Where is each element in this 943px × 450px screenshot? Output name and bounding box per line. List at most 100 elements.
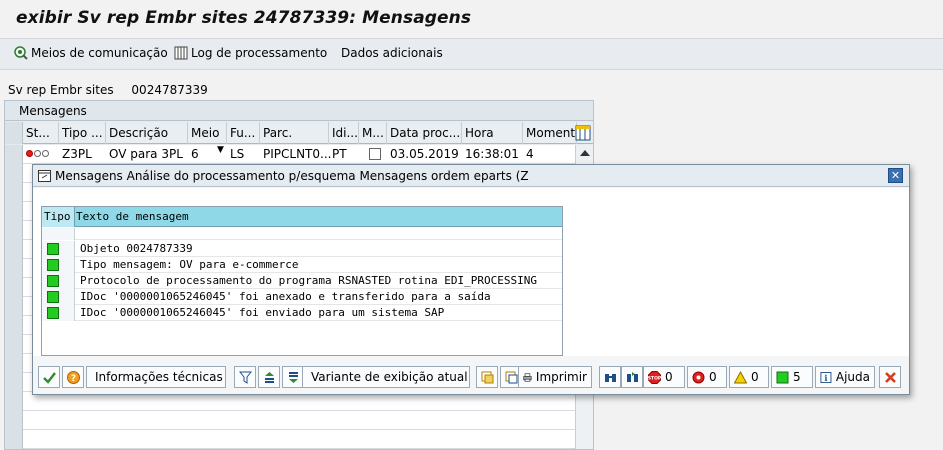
- cell-partner: PIPCLNT0...: [263, 147, 332, 161]
- dialog-title: Mensagens Análise do processamento p/esq…: [55, 169, 529, 183]
- col-function[interactable]: Fu...: [227, 122, 260, 144]
- col-type[interactable]: Tipo ...: [59, 122, 106, 144]
- sort-ascending-button[interactable]: [258, 366, 280, 388]
- warning-messages-filter[interactable]: 0: [729, 366, 769, 388]
- window-title-bar: exibir Sv rep Embr sites 24787339: Mensa…: [0, 0, 943, 38]
- col-partner[interactable]: Parc.: [260, 122, 329, 144]
- message-type-cell: [42, 257, 75, 273]
- message-row[interactable]: IDoc '0000001065246045' foi enviado para…: [42, 305, 562, 321]
- means-of-communication-button[interactable]: Meios de comunicação: [14, 46, 168, 60]
- message-text: Tipo mensagem: OV para e-commerce: [80, 258, 299, 271]
- message-type-cell: [42, 289, 75, 305]
- table-row[interactable]: [23, 411, 575, 430]
- col-time[interactable]: Hora: [462, 122, 523, 144]
- select-all-cell[interactable]: [5, 122, 23, 144]
- print-label: Imprimir: [535, 370, 587, 384]
- message-text: Objeto 0024787339: [80, 242, 193, 255]
- row-selector-column[interactable]: [5, 145, 23, 449]
- col-moment[interactable]: Momento: [523, 122, 577, 144]
- svg-text:?: ?: [70, 374, 75, 384]
- dropdown-arrow-icon[interactable]: ▼: [217, 145, 224, 155]
- find-button[interactable]: [599, 366, 621, 388]
- col-message-text[interactable]: Texto de mensagem: [76, 210, 189, 223]
- document-field-label: Sv rep Embr sites: [8, 83, 114, 97]
- help-label: Ajuda: [835, 370, 870, 384]
- binoculars-icon: [604, 373, 616, 382]
- scroll-up-icon[interactable]: [580, 149, 590, 157]
- error-messages-filter[interactable]: 0: [687, 366, 727, 388]
- success-square-icon: [47, 259, 59, 271]
- col-processing-date[interactable]: Data proc...: [387, 122, 462, 144]
- document-field-value: 0024787339: [131, 83, 208, 97]
- grid-header: St... Tipo ... Descrição Meio Fu... Parc…: [5, 122, 593, 144]
- success-square-icon: [47, 243, 59, 255]
- message-type-cell: [42, 273, 75, 289]
- warning-count: 0: [751, 370, 759, 384]
- sort-ascending-icon: [264, 371, 274, 383]
- messages-analysis-dialog: Mensagens Análise do processamento p/esq…: [32, 164, 910, 395]
- message-row[interactable]: Protocolo de processamento do programa R…: [42, 273, 562, 289]
- help-button[interactable]: i Ajuda: [815, 366, 875, 388]
- dialog-body: Tipo Texto de mensagem Objeto 0024787339…: [33, 188, 909, 356]
- local-file-icon: [505, 371, 517, 383]
- message-text: Protocolo de processamento do programa R…: [80, 274, 537, 287]
- filter-button[interactable]: [234, 366, 256, 388]
- col-medium[interactable]: Meio: [188, 122, 227, 144]
- col-description[interactable]: Descrição: [106, 122, 188, 144]
- processing-log-label: Log de processamento: [191, 46, 328, 60]
- message-row[interactable]: Tipo mensagem: OV para e-commerce: [42, 257, 562, 273]
- error-icon: [692, 371, 705, 383]
- export-button[interactable]: [476, 366, 498, 388]
- filter-icon: [238, 371, 252, 384]
- col-message-type[interactable]: Tipo: [42, 207, 75, 227]
- cell-time: 16:38:01: [465, 147, 519, 161]
- means-of-communication-label: Meios de comunicação: [31, 46, 168, 60]
- cell-date: 03.05.2019: [390, 147, 459, 161]
- warning-icon: [734, 370, 747, 383]
- message-text: IDoc '0000001065246045' foi enviado para…: [80, 306, 445, 319]
- table-row[interactable]: Z3PL OV para 3PL 6 ▼ LS PIPCLNT0... PT 0…: [23, 145, 575, 164]
- spacer-type-cell: [42, 228, 75, 240]
- additional-data-button[interactable]: Dados adicionais: [341, 46, 443, 60]
- stop-messages-filter[interactable]: STOP 0: [643, 366, 685, 388]
- red-light-icon: [26, 150, 33, 157]
- cancel-button[interactable]: [879, 366, 901, 388]
- col-language[interactable]: Idi...: [329, 122, 359, 144]
- dialog-window-icon: [38, 170, 51, 182]
- find-next-button[interactable]: [621, 366, 643, 388]
- message-row[interactable]: Objeto 0024787339: [42, 241, 562, 257]
- column-config-icon[interactable]: [575, 125, 591, 141]
- success-messages-filter[interactable]: 5: [771, 366, 813, 388]
- cell-language: PT: [332, 147, 347, 161]
- message-text: IDoc '0000001065246045' foi anexado e tr…: [80, 290, 491, 303]
- cell-function: LS: [230, 147, 245, 161]
- export-icon: [481, 371, 493, 383]
- current-layout-button[interactable]: Variante de exibição atual: [302, 366, 470, 388]
- confirm-button[interactable]: [38, 366, 60, 388]
- col-m[interactable]: M...: [359, 122, 387, 144]
- info-icon: i: [820, 371, 832, 383]
- error-count: 0: [709, 370, 717, 384]
- sort-descending-button[interactable]: [282, 366, 304, 388]
- help-context-button[interactable]: ?: [62, 366, 84, 388]
- current-layout-label: Variante de exibição atual: [311, 370, 468, 384]
- table-row[interactable]: [23, 430, 575, 449]
- grid-title: Mensagens: [5, 101, 593, 121]
- dialog-footer-toolbar: ? Informações técnicas Variante de exibi…: [33, 364, 909, 390]
- green-light-icon: [42, 150, 49, 157]
- technical-info-button[interactable]: Informações técnicas: [86, 366, 226, 388]
- print-button[interactable]: Imprimir: [518, 366, 592, 388]
- communication-icon: [14, 46, 28, 60]
- processing-log-button[interactable]: Log de processamento: [174, 46, 327, 60]
- cell-medium[interactable]: 6: [191, 147, 199, 161]
- dialog-header: Mensagens Análise do processamento p/esq…: [33, 165, 909, 187]
- success-count: 5: [793, 370, 801, 384]
- application-toolbar: Meios de comunicação Log de processament…: [0, 38, 943, 70]
- row-checkbox[interactable]: [369, 148, 381, 160]
- cell-type: Z3PL: [62, 147, 92, 161]
- page-title: exibir Sv rep Embr sites 24787339: Mensa…: [16, 8, 472, 28]
- message-row[interactable]: IDoc '0000001065246045' foi anexado e tr…: [42, 289, 562, 305]
- close-icon[interactable]: ✕: [888, 168, 903, 183]
- col-status[interactable]: St...: [23, 122, 59, 144]
- question-icon: ?: [66, 370, 80, 384]
